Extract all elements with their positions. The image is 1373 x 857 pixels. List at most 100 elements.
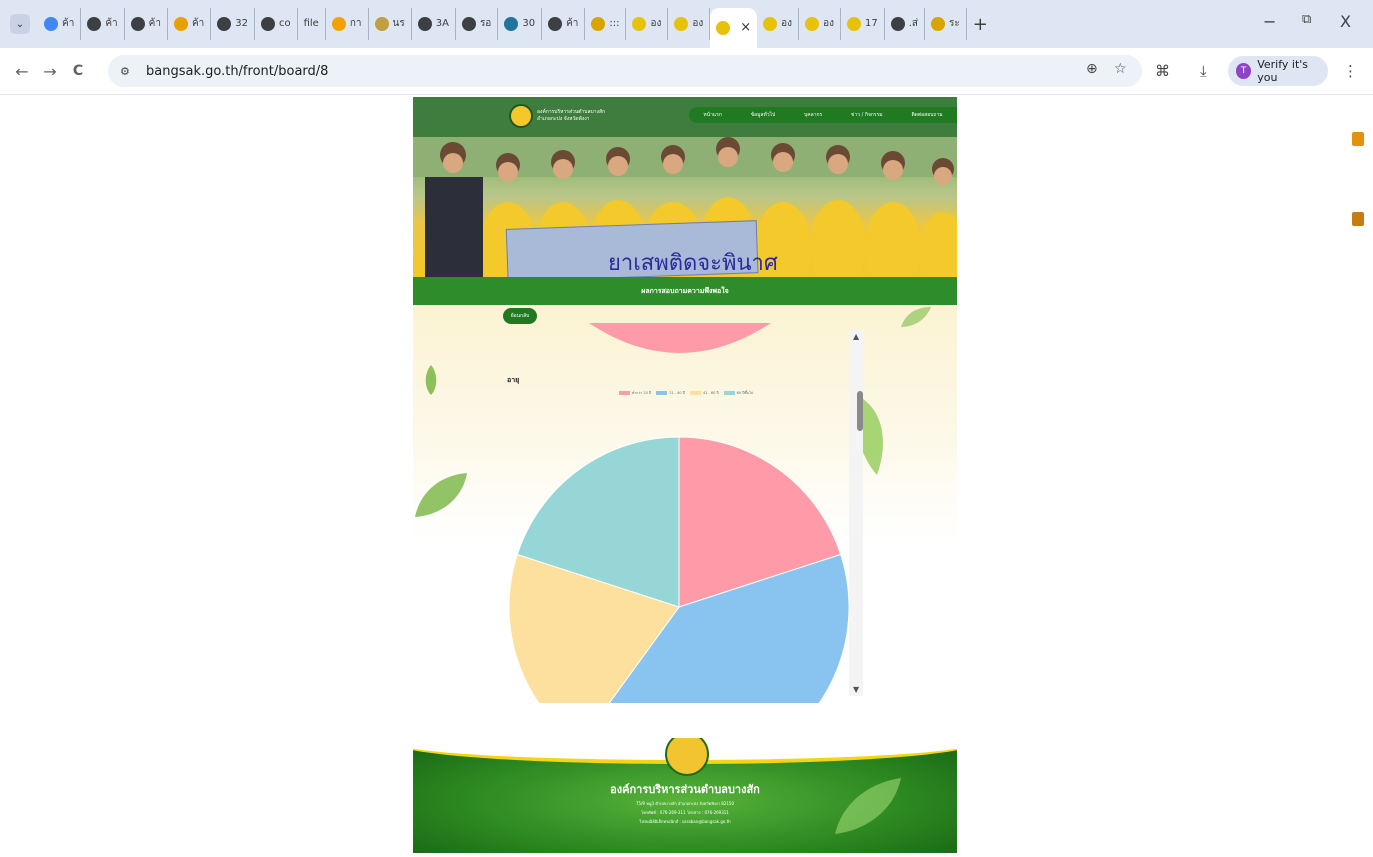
site-icon	[930, 17, 945, 31]
site-logo[interactable]: องค์การบริหารส่วนตำบลบางสัก อำเภอกะปง จั…	[509, 104, 605, 128]
globe-icon	[461, 17, 476, 31]
tab-label: 3A	[435, 18, 449, 29]
previous-chart-slice	[589, 323, 771, 353]
new-tab-button[interactable]: +	[973, 14, 988, 35]
tab[interactable]: ค้า	[168, 8, 212, 40]
tab-list: ค้า ค้า ค้า ค้า 32 co file กา นร 3A รอ 30 ค้า::: อง อง…	[38, 0, 967, 48]
tab[interactable]: ค้า	[125, 8, 168, 40]
tab[interactable]: ค้า	[38, 8, 82, 40]
globe-icon	[548, 17, 563, 31]
leaf-decoration-icon	[901, 307, 931, 327]
site-icon	[716, 21, 731, 35]
tab-label: 32	[235, 18, 248, 29]
site-icon	[805, 17, 820, 31]
restore-button[interactable]: ⧉	[1302, 12, 1311, 27]
tab-active[interactable]: ×	[710, 8, 758, 48]
scroll-up-arrow-icon[interactable]: ▲	[853, 332, 859, 341]
globe-icon	[260, 17, 275, 31]
back-button[interactable]: ←	[8, 62, 36, 81]
back-link-button[interactable]: ย้อนกลับ	[503, 308, 537, 324]
tab[interactable]: อง	[799, 8, 841, 40]
address-bar[interactable]: ⚙ bangsak.go.th/front/board/8 ⊕ ☆	[108, 55, 1142, 87]
tab[interactable]: :::	[585, 8, 627, 40]
tab[interactable]: co	[255, 8, 298, 40]
chart-frame: อายุ ต่ำกว่า 20 ปี 21 - 40 ปี 41 - 60 ปี 60…	[503, 323, 867, 703]
leaf-decoration-icon	[835, 778, 901, 834]
site-footer: องค์การบริหารส่วนตำบลบางสัก 75/9 หมู่3 ต…	[413, 738, 957, 853]
tab[interactable]: ค้า	[81, 8, 125, 40]
page-title: ผลการสอบถามความพึงพอใจ	[641, 286, 729, 295]
scroll-down-arrow-icon[interactable]: ▼	[853, 685, 859, 694]
site-icon	[591, 17, 606, 31]
reload-button[interactable]: C	[64, 63, 92, 79]
zoom-icon[interactable]: ⊕	[1086, 61, 1098, 77]
extension-calendar-icon[interactable]	[1352, 212, 1364, 226]
site-info-icon[interactable]: ⚙	[120, 65, 136, 78]
site-navigation: หน้าแรก ข้อมูลทั่วไป บุคลากร ข่าว / กิจกรรม…	[689, 107, 957, 123]
tab[interactable]: 30	[498, 8, 543, 40]
download-icon[interactable]: ⤓	[1200, 62, 1207, 80]
globe-icon	[417, 17, 432, 31]
chart-scrollbar[interactable]	[849, 330, 863, 696]
org-emblem-icon	[509, 104, 533, 128]
tab-label: อง	[823, 18, 834, 29]
wordpress-icon	[504, 17, 519, 31]
pie-chart	[508, 323, 850, 703]
tab-label: 17	[864, 18, 878, 29]
site-nav-item[interactable]: ข้อมูลทั่วไป	[751, 111, 776, 119]
scroll-thumb[interactable]	[857, 391, 863, 431]
tab-label: ค้า	[148, 18, 161, 29]
banner-slogan: ยาเสพติดจะพินาศ	[608, 251, 778, 276]
extensions-icon[interactable]: ⌘	[1155, 62, 1170, 80]
content-area: ย้อนกลับ อายุ ต่ำกว่า 20 ปี 21 - 40 ปี 41 …	[413, 305, 957, 703]
site-icon	[846, 17, 861, 31]
site-icon	[374, 17, 389, 31]
site-nav-item[interactable]: ข่าว / กิจกรรม	[851, 111, 883, 119]
tab-label: ค้า	[191, 18, 205, 29]
tab-label: file	[303, 18, 319, 29]
tab[interactable]: กา	[326, 8, 369, 40]
tab[interactable]: .ส่	[885, 8, 925, 40]
site-icon	[763, 17, 778, 31]
tab[interactable]: 3A	[412, 8, 456, 40]
tab[interactable]: ระ	[925, 8, 967, 40]
tab[interactable]: 17	[841, 8, 885, 40]
tab-label: อง	[650, 18, 662, 29]
minimize-button[interactable]: −	[1263, 12, 1276, 31]
tab[interactable]: อง	[757, 8, 800, 40]
menu-icon[interactable]: ⋮	[1343, 62, 1358, 80]
org-name-small: องค์การบริหารส่วนตำบลบางสัก	[537, 109, 606, 115]
tab-search-button[interactable]: ⌄	[10, 14, 30, 34]
site-nav-item[interactable]: หน้าแรก	[703, 111, 721, 119]
tab-label: กา	[349, 18, 362, 29]
page-title-bar: ผลการสอบถามความพึงพอใจ	[413, 277, 957, 305]
leaf-decoration-icon	[425, 365, 437, 395]
forward-button[interactable]: →	[36, 62, 64, 81]
globe-icon	[890, 17, 905, 31]
close-window-button[interactable]: X	[1340, 12, 1351, 31]
org-sub-small: อำเภอกะปง จังหวัดพังงา	[537, 116, 590, 122]
leaf-decoration-icon	[415, 473, 467, 517]
site-nav-item[interactable]: บุคลากร	[804, 111, 822, 119]
tab-close-icon[interactable]: ×	[740, 12, 751, 44]
url-text[interactable]: bangsak.go.th/front/board/8	[146, 64, 328, 79]
tab-label: co	[278, 18, 291, 29]
tab[interactable]: file	[298, 8, 326, 40]
site-nav-item[interactable]: ติดต่อสอบถาม	[911, 111, 942, 119]
site-icon	[331, 17, 346, 31]
tab-label: รอ	[479, 18, 492, 29]
tab[interactable]: ค้า	[542, 8, 586, 40]
tab-label: :::	[609, 18, 620, 29]
tab[interactable]: 32	[211, 8, 255, 40]
tab[interactable]: รอ	[456, 8, 499, 40]
tab[interactable]: นร	[369, 8, 412, 40]
site-icon	[173, 17, 188, 31]
extension-badge-icon[interactable]	[1352, 132, 1364, 146]
tab[interactable]: อง	[668, 8, 711, 40]
bookmark-star-icon[interactable]: ☆	[1114, 61, 1127, 77]
tab[interactable]: อง	[626, 8, 669, 40]
verify-profile-button[interactable]: T Verify it's you	[1228, 56, 1328, 86]
hero-banner: องค์การบริหารส่วนตำบลบางสัก อำเภอกะปง จั…	[413, 97, 957, 277]
tab-label: อง	[781, 18, 793, 29]
tab-label: นร	[392, 18, 405, 29]
